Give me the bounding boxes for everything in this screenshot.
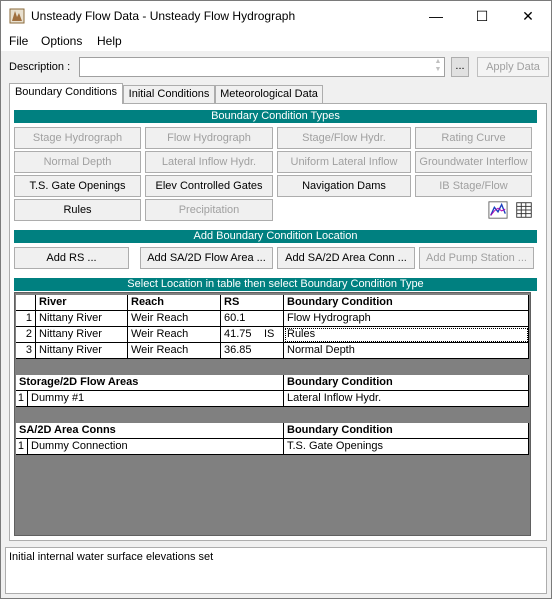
precipitation-button[interactable]: Precipitation: [145, 199, 273, 221]
add-location-header: Add Boundary Condition Location: [14, 230, 537, 243]
row-number: 1: [16, 391, 28, 407]
boundary-location-table: River Reach RS Boundary Condition 1 Nitt…: [14, 292, 531, 536]
stage-hydrograph-button[interactable]: Stage Hydrograph: [14, 127, 141, 149]
menu-options[interactable]: Options: [41, 34, 82, 48]
row-number: 1: [16, 311, 36, 327]
storage-name-cell[interactable]: Dummy #1: [28, 391, 284, 407]
app-icon: [9, 8, 25, 24]
rs-value: 60.1: [224, 312, 246, 324]
river-cell[interactable]: Nittany River: [36, 327, 128, 343]
conn-header-row: SA/2D Area Conns Boundary Condition: [15, 423, 530, 439]
table-row[interactable]: 1 Nittany River Weir Reach 60.1 Flow Hyd…: [15, 311, 530, 327]
river-cell[interactable]: Nittany River: [36, 343, 128, 359]
add-pump-station-button[interactable]: Add Pump Station ...: [419, 247, 534, 269]
row-number-header: [16, 295, 36, 311]
rules-button[interactable]: Rules: [14, 199, 141, 221]
uniform-lateral-inflow-button[interactable]: Uniform Lateral Inflow: [277, 151, 411, 173]
bc-types-header: Boundary Condition Types: [14, 110, 537, 123]
add-sa-2d-area-conn-button[interactable]: Add SA/2D Area Conn ...: [277, 247, 415, 269]
menu-help[interactable]: Help: [97, 34, 122, 48]
chart-icon[interactable]: [487, 199, 509, 221]
bc-cell[interactable]: Flow Hydrograph: [284, 311, 529, 327]
bc-cell[interactable]: Normal Depth: [284, 343, 529, 359]
navigation-dams-button[interactable]: Navigation Dams: [277, 175, 411, 197]
storage-bc-column-header: Boundary Condition: [284, 375, 529, 391]
table-row[interactable]: 2 Nittany River Weir Reach 41.75 IS Rules: [15, 327, 530, 343]
river-column-header: River: [36, 295, 128, 311]
menu-file[interactable]: File: [9, 34, 28, 48]
menu-bar: File Options Help: [1, 31, 551, 51]
conn-name-cell[interactable]: Dummy Connection: [28, 439, 284, 455]
river-header-row: River Reach RS Boundary Condition: [15, 295, 530, 311]
unsteady-flow-window: Unsteady Flow Data - Unsteady Flow Hydro…: [0, 0, 552, 599]
ts-gate-openings-button[interactable]: T.S. Gate Openings: [14, 175, 141, 197]
add-rs-button[interactable]: Add RS ...: [14, 247, 129, 269]
rs-cell[interactable]: 41.75 IS: [221, 327, 284, 343]
description-label: Description :: [9, 61, 71, 73]
conn-bc-column-header: Boundary Condition: [284, 423, 529, 439]
status-message: Initial internal water surface elevation…: [5, 547, 547, 594]
apply-data-button[interactable]: Apply Data: [477, 57, 549, 77]
table-row[interactable]: 1 Dummy Connection T.S. Gate Openings: [15, 439, 530, 455]
groundwater-interflow-button[interactable]: Groundwater Interflow: [415, 151, 532, 173]
table-row[interactable]: 1 Dummy #1 Lateral Inflow Hydr.: [15, 391, 530, 407]
close-button[interactable]: ✕: [505, 1, 551, 31]
bc-cell-selected[interactable]: Rules: [284, 327, 529, 343]
table-row[interactable]: 3 Nittany River Weir Reach 36.85 Normal …: [15, 343, 530, 359]
rs-value: 36.85: [224, 344, 252, 356]
rs-cell[interactable]: 36.85: [221, 343, 284, 359]
row-number: 2: [16, 327, 36, 343]
rs-tag: IS: [264, 328, 275, 340]
lateral-inflow-hydr-button[interactable]: Lateral Inflow Hydr.: [145, 151, 273, 173]
rs-value: 41.75: [224, 328, 252, 340]
reach-cell[interactable]: Weir Reach: [128, 327, 221, 343]
description-input[interactable]: [79, 57, 445, 77]
title-bar: Unsteady Flow Data - Unsteady Flow Hydro…: [1, 1, 551, 31]
storage-column-header: Storage/2D Flow Areas: [16, 375, 284, 391]
tab-boundary-conditions[interactable]: Boundary Conditions: [9, 83, 123, 104]
storage-bc-cell[interactable]: Lateral Inflow Hydr.: [284, 391, 529, 407]
reach-cell[interactable]: Weir Reach: [128, 343, 221, 359]
rs-cell[interactable]: 60.1: [221, 311, 284, 327]
add-sa-2d-flow-area-button[interactable]: Add SA/2D Flow Area ...: [140, 247, 273, 269]
elev-controlled-gates-button[interactable]: Elev Controlled Gates: [145, 175, 273, 197]
reach-column-header: Reach: [128, 295, 221, 311]
bc-column-header: Boundary Condition: [284, 295, 529, 311]
tab-initial-conditions[interactable]: Initial Conditions: [123, 85, 215, 103]
flow-hydrograph-button[interactable]: Flow Hydrograph: [145, 127, 273, 149]
conn-bc-cell[interactable]: T.S. Gate Openings: [284, 439, 529, 455]
minimize-button[interactable]: —: [413, 1, 459, 31]
stage-flow-hydr-button[interactable]: Stage/Flow Hydr.: [277, 127, 411, 149]
maximize-button[interactable]: ☐: [459, 1, 505, 31]
rs-column-header: RS: [221, 295, 284, 311]
row-number: 3: [16, 343, 36, 359]
normal-depth-button[interactable]: Normal Depth: [14, 151, 141, 173]
table-icon[interactable]: [513, 199, 535, 221]
ib-stage-flow-button[interactable]: IB Stage/Flow: [415, 175, 532, 197]
rating-curve-button[interactable]: Rating Curve: [415, 127, 532, 149]
conn-column-header: SA/2D Area Conns: [16, 423, 284, 439]
description-spinner[interactable]: ▲ ▼: [432, 58, 444, 76]
window-title: Unsteady Flow Data - Unsteady Flow Hydro…: [31, 9, 296, 23]
tab-meteorological-data[interactable]: Meteorological Data: [215, 85, 323, 103]
row-number: 1: [16, 439, 28, 455]
storage-header-row: Storage/2D Flow Areas Boundary Condition: [15, 375, 530, 391]
reach-cell[interactable]: Weir Reach: [128, 311, 221, 327]
river-cell[interactable]: Nittany River: [36, 311, 128, 327]
select-location-header: Select Location in table then select Bou…: [14, 278, 537, 291]
description-browse-button[interactable]: ...: [451, 57, 469, 77]
